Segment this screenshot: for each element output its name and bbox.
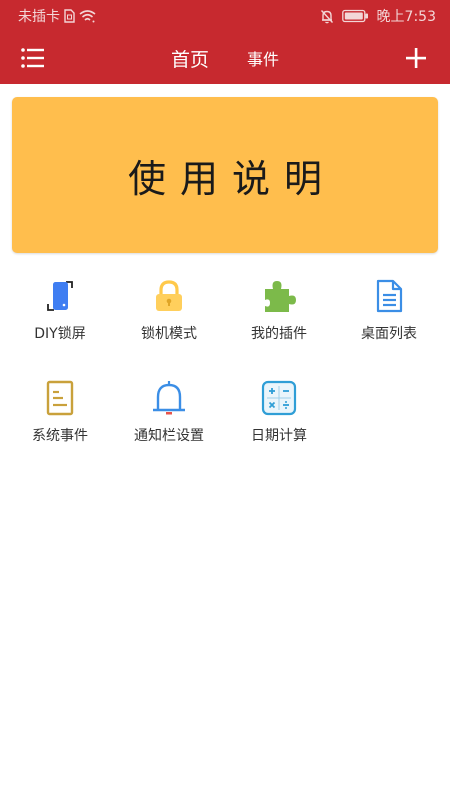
plus-icon xyxy=(404,48,428,74)
grid-item-label: 通知栏设置 xyxy=(134,428,204,444)
notepad-icon xyxy=(40,378,80,418)
grid-item-lock-mode[interactable]: 锁机模式 xyxy=(119,276,219,356)
document-icon xyxy=(369,276,409,316)
grid-item-date-calculation[interactable]: 日期计算 xyxy=(229,378,329,458)
app-header: 首页 事件 xyxy=(0,32,450,84)
lock-icon xyxy=(149,276,189,316)
add-button[interactable] xyxy=(404,46,428,70)
app-screen: 未插卡 晚上7:53 首页 事件 使用说明 DIY锁屏 锁机模式 我的插件 桌面… xyxy=(0,0,450,800)
calculator-icon xyxy=(259,378,299,418)
instructions-banner[interactable]: 使用说明 xyxy=(12,97,438,253)
grid-item-label: 系统事件 xyxy=(32,428,88,444)
grid-item-label: 日期计算 xyxy=(251,428,307,444)
status-left: 未插卡 xyxy=(18,6,96,26)
banner-title: 使用说明 xyxy=(127,156,336,201)
status-bar: 未插卡 晚上7:53 xyxy=(0,0,450,32)
battery-icon xyxy=(341,9,369,23)
grid-item-my-plugins[interactable]: 我的插件 xyxy=(229,276,329,356)
grid-item-desktop-list[interactable]: 桌面列表 xyxy=(339,276,439,356)
sim-card-icon xyxy=(64,9,75,23)
grid-item-system-events[interactable]: 系统事件 xyxy=(10,378,110,458)
tab-home[interactable]: 首页 xyxy=(171,45,209,72)
carrier-text: 未插卡 xyxy=(18,9,60,25)
tab-events[interactable]: 事件 xyxy=(247,46,279,70)
phone-frame-icon xyxy=(40,276,80,316)
bell-icon xyxy=(149,378,189,418)
grid-item-label: DIY锁屏 xyxy=(34,326,86,342)
grid-item-label: 桌面列表 xyxy=(361,326,417,342)
bell-off-icon xyxy=(320,9,334,24)
puzzle-icon xyxy=(259,276,299,316)
grid-item-diy-lockscreen[interactable]: DIY锁屏 xyxy=(10,276,110,356)
grid-item-notification-settings[interactable]: 通知栏设置 xyxy=(119,378,219,458)
grid-item-label: 锁机模式 xyxy=(141,326,197,342)
status-right: 晚上7:53 xyxy=(320,6,436,26)
header-tabs: 首页 事件 xyxy=(0,32,450,84)
status-time: 晚上7:53 xyxy=(376,9,436,25)
wifi-icon xyxy=(79,9,96,23)
grid-item-label: 我的插件 xyxy=(251,326,307,342)
